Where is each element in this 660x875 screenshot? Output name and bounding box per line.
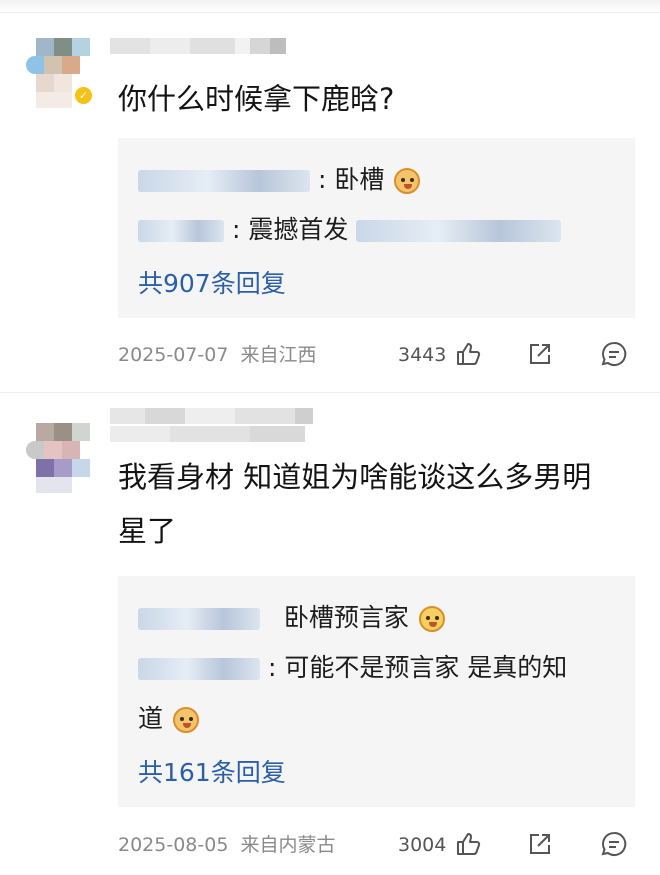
comment-icon[interactable] (600, 340, 628, 368)
reply-text: 卧槽预言家 (283, 603, 409, 632)
reply-username-blurred[interactable] (138, 658, 260, 680)
reply-username-blurred[interactable] (138, 170, 310, 192)
comment-text: 你什么时候拿下鹿晗? (118, 82, 395, 116)
comment-location: 来自内蒙古 (240, 834, 336, 856)
comment-text: 我看身材 知道姐为啥能谈这么多男明 星了 (118, 460, 592, 548)
comment-date: 2025-08-05 (118, 834, 229, 856)
reply-line[interactable]: : 震撼首发 (138, 213, 562, 247)
reply-preview[interactable]: 卧槽预言家 : 可能不是预言家 是真的知 道 共161条回复 (118, 576, 635, 807)
top-divider (0, 0, 660, 13)
username-blurred-line2 (110, 426, 305, 442)
avatar[interactable] (26, 423, 92, 493)
share-icon[interactable] (526, 340, 554, 368)
praying-face-emoji-icon (418, 606, 445, 632)
view-replies-link[interactable]: 共907条回复 (138, 264, 286, 300)
thumbs-up-icon[interactable] (454, 830, 482, 858)
comment-divider (0, 392, 660, 393)
reply-text: 卧槽 (334, 165, 385, 194)
reply-line[interactable]: 卧槽预言家 (138, 601, 445, 635)
username-blurred[interactable] (110, 408, 313, 424)
reply-line[interactable]: : 可能不是预言家 是真的知 (138, 651, 567, 685)
share-icon[interactable] (526, 830, 554, 858)
reply-text: 震撼首发 (248, 215, 349, 244)
blurred-link[interactable] (356, 220, 562, 242)
dog-face-emoji-icon (394, 168, 421, 194)
comment-location: 来自江西 (240, 344, 317, 366)
comment-icon[interactable] (600, 830, 628, 858)
comment-date: 2025-07-07 (118, 344, 229, 366)
verified-badge-icon: ✓ (73, 85, 94, 106)
thumbs-up-icon[interactable] (454, 340, 482, 368)
comment-footer: 2025-08-05 来自内蒙古 3004 (118, 828, 638, 862)
reply-username-blurred[interactable] (138, 608, 260, 630)
reply-line[interactable]: : 卧槽 (138, 163, 421, 197)
reply-text: 可能不是预言家 是真的知 (284, 653, 568, 682)
reply-line-continued: 道 (138, 702, 199, 736)
view-replies-link[interactable]: 共161条回复 (138, 753, 286, 789)
comment-footer: 2025-07-07 来自江西 3443 (118, 338, 638, 372)
avatar[interactable]: ✓ (26, 38, 94, 108)
like-count: 3004 (398, 834, 447, 856)
like-count: 3443 (398, 344, 447, 366)
dog-face-emoji-icon (172, 707, 199, 733)
reply-username-blurred[interactable] (138, 220, 224, 242)
reply-preview[interactable]: : 卧槽 : 震撼首发 共907条回复 (118, 138, 635, 318)
username-blurred[interactable] (110, 38, 286, 54)
